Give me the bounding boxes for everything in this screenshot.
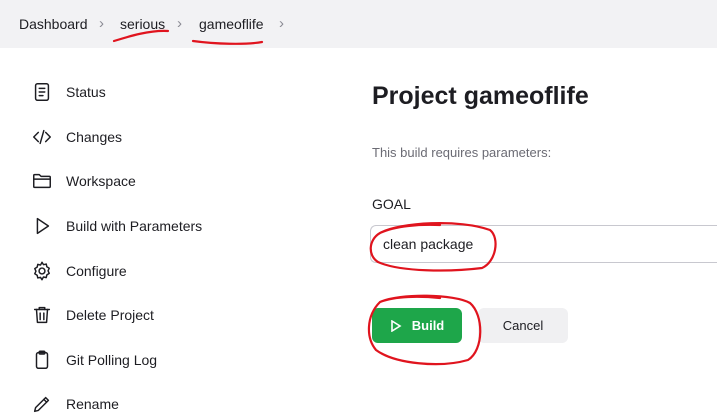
- clipboard-icon: [30, 348, 54, 372]
- goal-input[interactable]: [370, 225, 717, 263]
- sidebar-item-label: Delete Project: [66, 307, 154, 323]
- sidebar-item-rename[interactable]: Rename: [30, 390, 290, 418]
- sidebar-item-git-polling-log[interactable]: Git Polling Log: [30, 346, 290, 374]
- sidebar-item-changes[interactable]: Changes: [30, 123, 290, 151]
- trash-icon: [30, 303, 54, 327]
- build-button[interactable]: Build: [372, 308, 462, 343]
- sidebar-item-configure[interactable]: Configure: [30, 257, 290, 285]
- folder-icon: [30, 169, 54, 193]
- breadcrumb: Dashboard › serious › gameoflife ›: [0, 0, 717, 48]
- gear-icon: [30, 259, 54, 283]
- sidebar-item-label: Status: [66, 84, 106, 100]
- breadcrumb-separator: ›: [99, 15, 104, 32]
- sidebar-item-label: Build with Parameters: [66, 218, 203, 234]
- sidebar-item-label: Configure: [66, 263, 127, 279]
- code-icon: [30, 125, 54, 149]
- sidebar-item-workspace[interactable]: Workspace: [30, 167, 290, 195]
- breadcrumb-separator: ›: [279, 15, 284, 32]
- sidebar-item-build-with-parameters[interactable]: Build with Parameters: [30, 212, 290, 240]
- sidebar-item-label: Rename: [66, 396, 119, 412]
- breadcrumb-folder[interactable]: serious: [120, 16, 165, 32]
- sidebar-item-label: Git Polling Log: [66, 352, 158, 368]
- breadcrumb-dashboard[interactable]: Dashboard: [19, 16, 88, 32]
- play-icon: [390, 319, 402, 332]
- build-button-label: Build: [411, 318, 445, 333]
- parameter-label: GOAL: [372, 196, 411, 212]
- status-icon: [30, 80, 54, 104]
- breadcrumb-project[interactable]: gameoflife: [199, 16, 264, 32]
- breadcrumb-separator: ›: [177, 15, 182, 32]
- page-title: Project gameoflife: [372, 82, 589, 110]
- parameters-description: This build requires parameters:: [372, 145, 552, 160]
- sidebar-item-label: Changes: [66, 129, 123, 145]
- pencil-icon: [30, 392, 54, 416]
- play-icon: [30, 214, 54, 238]
- cancel-button[interactable]: Cancel: [478, 308, 568, 343]
- sidebar-item-status[interactable]: Status: [30, 78, 290, 106]
- sidebar-item-delete-project[interactable]: Delete Project: [30, 301, 290, 329]
- sidebar-item-label: Workspace: [66, 173, 136, 189]
